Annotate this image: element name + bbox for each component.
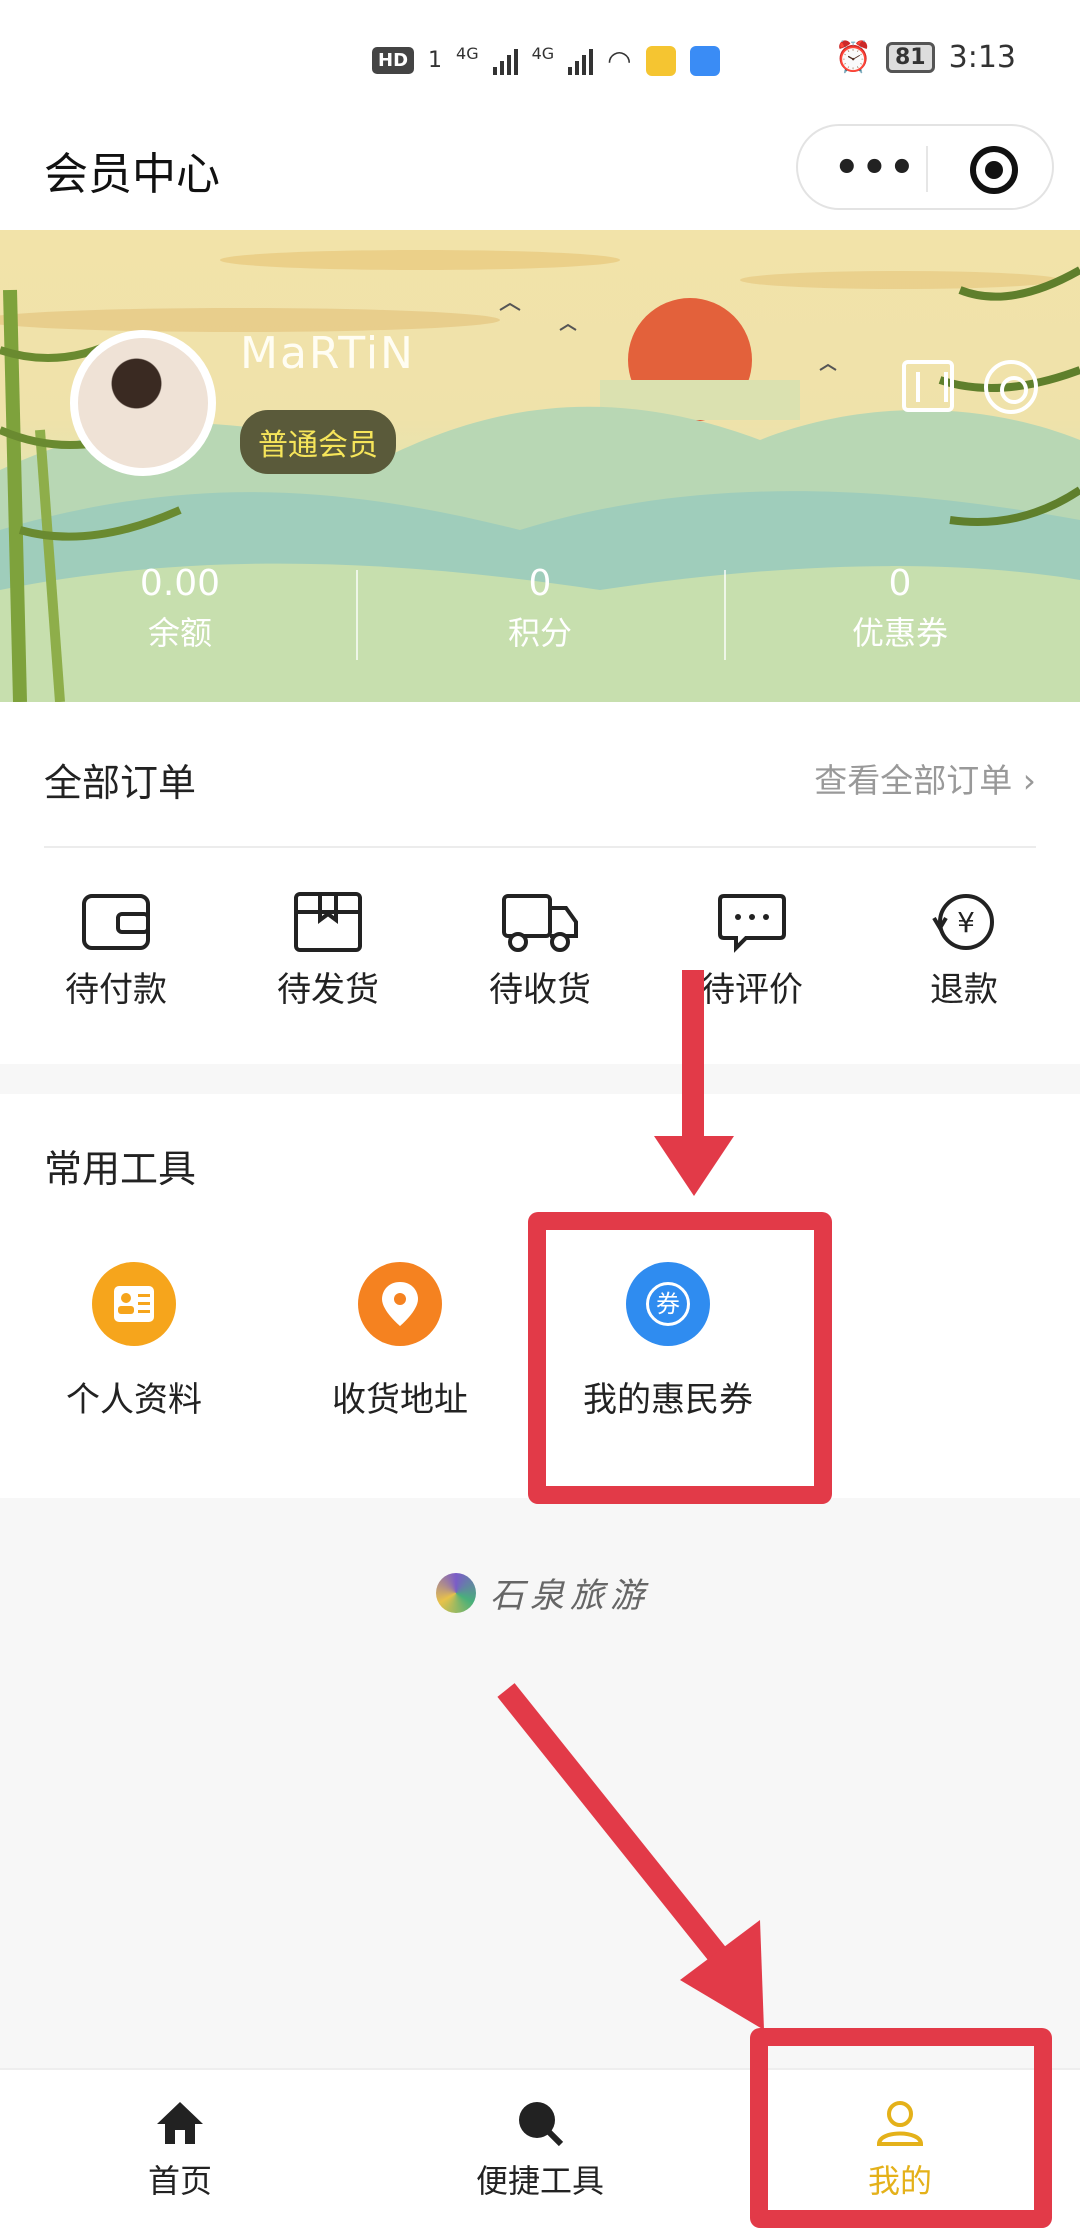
alarm-icon: ⏰	[834, 40, 872, 75]
order-label: 待发货	[277, 970, 379, 1010]
comment-icon	[718, 894, 786, 953]
order-pending-receipt[interactable]: 待收货	[450, 890, 630, 1011]
nav-header: 会员中心 •••	[0, 120, 1080, 230]
view-all-orders-link[interactable]: 查看全部订单 ›	[814, 754, 1036, 802]
annotation-arrow-down	[682, 970, 704, 1140]
hd-badge: HD	[372, 47, 415, 74]
order-pending-payment[interactable]: 待付款	[26, 890, 206, 1011]
status-right: ⏰ 81 3:13	[835, 40, 1016, 75]
status-icons: HD 1 4G 4G ◠	[372, 44, 720, 77]
tab-label: 便捷工具	[475, 2162, 604, 2200]
cloud-icon	[689, 45, 720, 76]
close-target-icon[interactable]	[970, 146, 1018, 194]
signal-icon-2	[568, 47, 594, 75]
wallet-icon	[82, 894, 150, 950]
stat-value: 0	[528, 563, 552, 604]
location-pin-icon	[358, 1262, 442, 1346]
stat-label: 积分	[507, 614, 572, 652]
weibo-icon	[645, 45, 676, 76]
qr-code-icon[interactable]	[902, 360, 954, 412]
avatar[interactable]	[70, 330, 216, 476]
order-status-row: 待付款 待发货 待收货 待评价 ¥ 退款	[0, 890, 1080, 1011]
order-label: 待收货	[489, 970, 591, 1010]
view-all-orders-label: 查看全部订单	[814, 761, 1013, 800]
stat-value: 0.00	[139, 563, 221, 604]
tab-label: 首页	[147, 2162, 212, 2200]
wifi-icon: ◠	[607, 44, 632, 77]
search-icon	[519, 2102, 564, 2147]
tool-label: 收货地址	[332, 1380, 468, 1420]
order-pending-shipment[interactable]: 待发货	[238, 890, 418, 1011]
annotation-arrow-diagonal	[497, 1683, 764, 2030]
signal-icon	[492, 47, 518, 75]
tools-title: 常用工具	[44, 1147, 197, 1191]
settings-gear-icon[interactable]	[984, 360, 1038, 414]
brand-text: 石泉旅游	[490, 1576, 650, 1616]
annotation-box-coupons	[528, 1212, 832, 1504]
sim-indicator: 1	[428, 48, 443, 73]
battery-icon: 81	[886, 42, 935, 73]
chevron-right-icon: ›	[1022, 761, 1036, 800]
stat-label: 余额	[147, 614, 212, 652]
clock: 3:13	[948, 40, 1016, 75]
username: MaRTiN	[240, 328, 415, 379]
brand-mark-icon	[436, 1572, 476, 1613]
truck-icon	[502, 894, 578, 952]
member-level-badge: 普通会员	[240, 410, 396, 474]
mini-program-capsule: •••	[796, 124, 1054, 210]
tab-tools[interactable]: 便捷工具	[360, 2070, 720, 2228]
brand-logo: 石泉旅游	[436, 1568, 650, 1617]
order-label: 待付款	[65, 970, 167, 1010]
orders-section: 全部订单 查看全部订单 › 待付款 待发货 待收货 待评价 ¥ 退款	[0, 702, 1080, 1064]
divider	[44, 846, 1036, 848]
stat-value: 0	[888, 563, 912, 604]
orders-title: 全部订单	[44, 761, 197, 805]
svg-text:¥: ¥	[957, 906, 975, 939]
network-type-2: 4G	[531, 44, 555, 63]
status-bar: HD 1 4G 4G ◠ ⏰ 81 3:13	[0, 0, 1080, 120]
tool-label: 个人资料	[66, 1380, 202, 1420]
account-stats: 0.00 余额 0 积分 0 优惠券	[0, 560, 1080, 680]
refund-icon: ¥	[932, 894, 994, 950]
tool-profile[interactable]: 个人资料	[24, 1262, 244, 1421]
profile-banner: MaRTiN 普通会员 0.00 余额 0 积分 0 优惠券	[0, 230, 1080, 702]
stat-divider	[724, 570, 726, 660]
package-icon	[294, 892, 362, 952]
tab-home[interactable]: 首页	[0, 2070, 360, 2228]
page-title: 会员中心	[44, 149, 220, 200]
annotation-arrowhead-down	[654, 1136, 734, 1196]
home-icon	[157, 2102, 203, 2144]
profile-card-icon	[92, 1262, 176, 1346]
stat-divider	[356, 570, 358, 660]
stat-balance[interactable]: 0.00 余额	[0, 560, 360, 680]
stat-label: 优惠券	[851, 614, 948, 652]
network-type-1: 4G	[456, 44, 479, 63]
tool-address[interactable]: 收货地址	[290, 1262, 510, 1421]
annotation-box-my-tab	[750, 2028, 1052, 2228]
stat-coupons[interactable]: 0 优惠券	[720, 560, 1080, 680]
more-options-icon[interactable]: •••	[834, 148, 917, 188]
capsule-divider	[926, 146, 928, 192]
order-refund[interactable]: ¥ 退款	[874, 890, 1054, 1011]
stat-points[interactable]: 0 积分	[360, 560, 720, 680]
order-label: 退款	[930, 970, 998, 1010]
